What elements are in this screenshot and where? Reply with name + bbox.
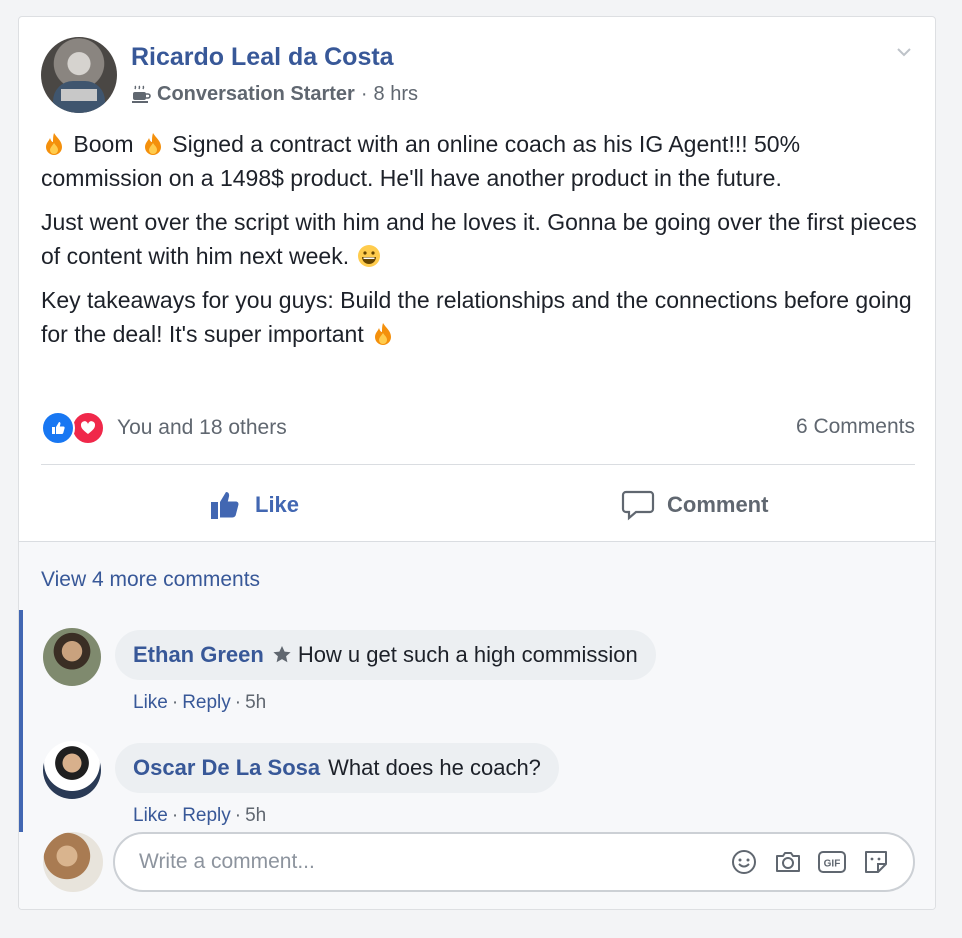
coffee-cup-icon [131,85,151,105]
comment-label: Comment [667,492,769,517]
reactions-text[interactable]: You and 18 others [117,416,287,440]
comment-like-link[interactable]: Like [133,805,168,826]
chevron-down-icon[interactable] [893,41,915,63]
commenter-avatar[interactable] [43,628,101,686]
comments-section: View 4 more comments Ethan Green How u g… [19,541,935,909]
comment-bubble-icon [621,490,655,521]
comment-bubble: Ethan Green How u get such a high commis… [115,630,656,680]
paragraph-2-text: Just went over the script with him and h… [41,209,917,269]
fire-emoji-icon [140,131,166,157]
thread-indicator [19,610,23,832]
post-paragraph-1: Boom Signed a contract with an online co… [41,127,921,195]
badge-star-icon [272,645,292,665]
gif-icon[interactable]: GIF [817,847,847,877]
like-button[interactable]: Like [209,485,299,525]
post-paragraph-3: Key takeaways for you guys: Build the re… [41,283,921,351]
like-reaction-icon [41,411,75,445]
composer-icons: GIF [729,847,891,877]
divider [41,464,915,465]
post-time[interactable]: 8 hrs [374,83,418,106]
comment-time[interactable]: 5h [245,805,266,826]
comment-bubble: Oscar De La Sosa What does he coach? [115,743,559,793]
comment-like-link[interactable]: Like [133,692,168,713]
camera-icon[interactable] [773,847,803,877]
comment-meta: Like · Reply · 5h [133,805,267,826]
comment-meta: Like · Reply · 5h [133,692,267,713]
sticker-icon[interactable] [861,847,891,877]
comment-button[interactable]: Comment [621,485,768,525]
post-card: Ricardo Leal da Costa Conversation Start… [18,16,936,910]
emoji-icon[interactable] [729,847,759,877]
comment-time[interactable]: 5h [245,692,266,713]
boom-text: Boom [73,131,134,157]
commenter-avatar[interactable] [43,741,101,799]
badge-label[interactable]: Conversation Starter [157,83,355,106]
post-text: Boom Signed a contract with an online co… [41,127,921,361]
comment-reply-link[interactable]: Reply [182,805,231,826]
comment-text: What does he coach? [328,755,541,780]
comment-input[interactable] [137,849,729,875]
separator-dot: · [360,83,368,105]
svg-text:GIF: GIF [824,859,841,870]
comment-reply-link[interactable]: Reply [182,692,231,713]
comment-text: How u get such a high commission [297,642,638,667]
paragraph-3-text: Key takeaways for you guys: Build the re… [41,287,912,347]
write-comment-box[interactable]: GIF [113,832,915,892]
author-name[interactable]: Ricardo Leal da Costa [131,43,394,72]
thumbs-up-icon [211,492,239,519]
reactions-summary[interactable]: You and 18 others [41,411,287,445]
post-paragraph-2: Just went over the script with him and h… [41,205,921,273]
current-user-avatar[interactable] [43,832,103,892]
author-avatar[interactable] [41,37,117,113]
fire-emoji-icon [41,131,67,157]
like-label: Like [255,492,300,517]
grinning-emoji-icon [356,243,382,269]
love-reaction-icon [71,411,105,445]
commenter-name[interactable]: Ethan Green [133,642,264,668]
reaction-icons [41,411,111,445]
post-subline: Conversation Starter · 8 hrs [131,83,418,106]
comments-count[interactable]: 6 Comments [796,415,915,439]
view-more-comments-link[interactable]: View 4 more comments [41,568,260,592]
fire-emoji-icon [370,321,396,347]
commenter-name[interactable]: Oscar De La Sosa [133,755,320,781]
